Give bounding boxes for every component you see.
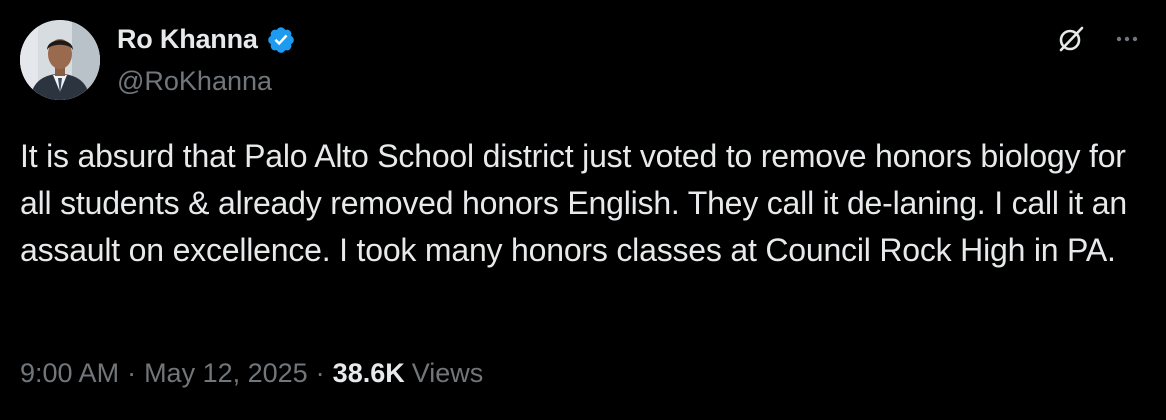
more-options-icon[interactable] (1110, 22, 1144, 56)
tweet-meta: 9:00 AM · May 12, 2025 · 38.6K Views (20, 358, 483, 389)
avatar-image (20, 20, 100, 100)
author-handle[interactable]: @RoKhanna (117, 66, 272, 97)
verified-badge-icon[interactable] (266, 25, 296, 55)
tweet-time[interactable]: 9:00 AM (20, 358, 119, 389)
tweet-card: Ro Khanna @RoKhanna It is absurd that Pa… (0, 0, 1166, 420)
author-display-name[interactable]: Ro Khanna (117, 24, 258, 55)
top-actions (1054, 22, 1144, 56)
author-name-row: Ro Khanna (117, 24, 296, 55)
meta-separator: · (127, 358, 137, 388)
grok-icon[interactable] (1054, 22, 1088, 56)
tweet-date[interactable]: May 12, 2025 (144, 358, 308, 389)
views-label[interactable]: Views (412, 358, 484, 389)
avatar[interactable] (20, 20, 100, 100)
tweet-text: It is absurd that Palo Alto School distr… (20, 138, 1127, 268)
meta-separator: · (315, 358, 325, 388)
views-count[interactable]: 38.6K (333, 358, 405, 389)
